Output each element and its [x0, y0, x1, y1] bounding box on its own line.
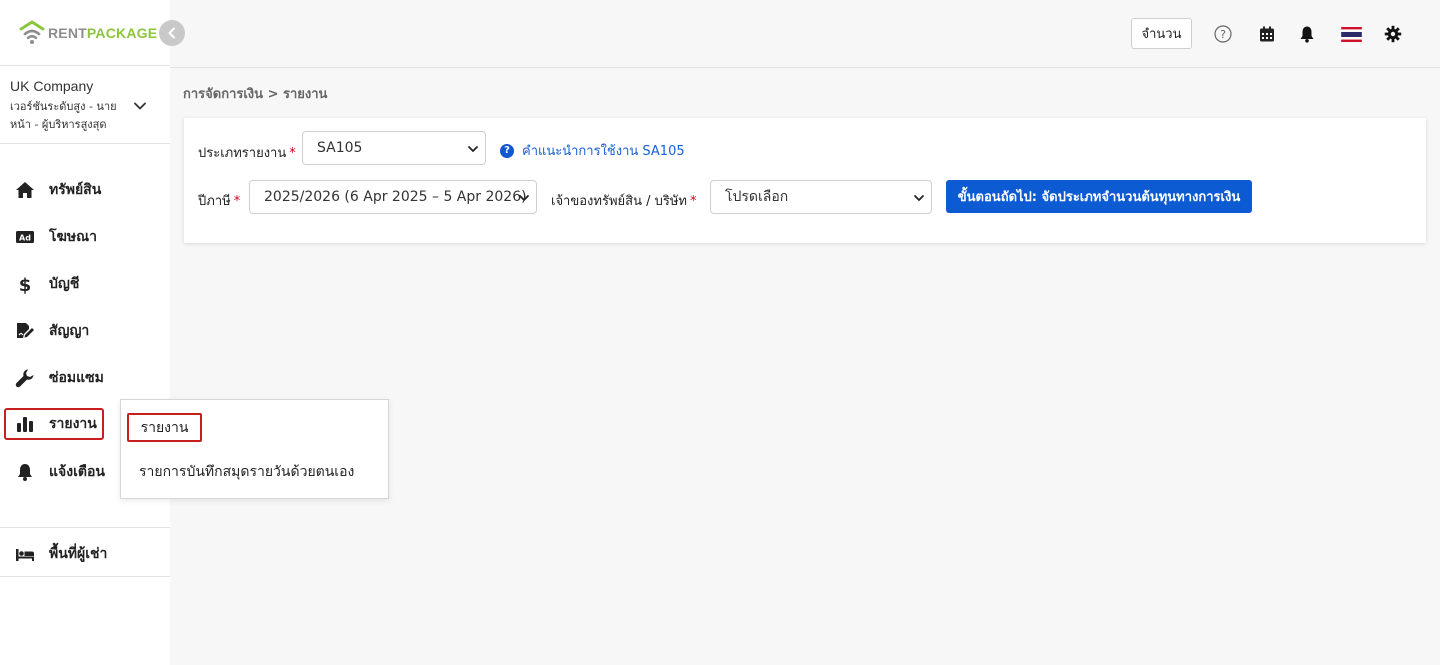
submenu-item-reports[interactable]: รายงาน [127, 413, 202, 442]
logo-row: RENTPACKAGE [0, 0, 170, 66]
sidebar-item-label: สัญญา [49, 323, 90, 339]
sidebar-item-ads[interactable]: Ad โฆษณา [4, 221, 170, 253]
bell-icon [14, 461, 36, 483]
svg-text:?: ? [1220, 28, 1226, 41]
wrench-icon [14, 367, 36, 389]
thai-flag-icon[interactable] [1340, 24, 1362, 44]
help-link[interactable]: ? คำแนะนำการใช้งาน SA105 [500, 140, 685, 161]
company-role: เวอร์ชันระดับสูง - นายหน้า - ผู้บริหารสู… [10, 100, 117, 131]
chevron-down-icon [468, 146, 478, 152]
sidebar-collapse-button[interactable] [159, 20, 185, 46]
report-form-card: ประเภทรายงาน * SA105 ? คำแนะนำการใช้งาน S… [184, 118, 1426, 243]
sidebar-item-contracts[interactable]: สัญญา [4, 315, 170, 347]
sidebar-item-reports[interactable]: รายงาน [4, 408, 104, 440]
help-link-text: คำแนะนำการใช้งาน SA105 [522, 144, 685, 159]
sidebar-item-repairs[interactable]: ซ่อมแซม [4, 362, 170, 394]
question-circle-icon: ? [500, 143, 514, 158]
chevron-down-icon [519, 195, 529, 201]
sidebar-item-label: พื้นที่ผู้เช่า [49, 546, 108, 562]
chart-icon [14, 413, 36, 435]
ad-icon: Ad [14, 226, 36, 248]
company-name: UK Company [10, 78, 94, 94]
chevron-down-icon[interactable] [132, 98, 148, 114]
brand-logo[interactable]: RENTPACKAGE [18, 20, 157, 46]
sidebar-divider [0, 576, 170, 577]
count-button[interactable]: จำนวน [1131, 18, 1192, 49]
sidebar-item-tenant-area[interactable]: พื้นที่ผู้เช่า [4, 538, 170, 570]
sidebar: RENTPACKAGE UK Company เวอร์ชันระดับสูง … [0, 0, 170, 665]
help-circle-icon[interactable]: ? [1213, 24, 1233, 44]
next-step-button[interactable]: ขั้นตอนถัดไป: จัดประเภทจำนวนต้นทุนทางการ… [946, 180, 1252, 213]
calendar-icon[interactable] [1257, 24, 1277, 44]
sidebar-item-label: โฆษณา [49, 229, 97, 245]
contract-icon [14, 320, 36, 342]
bed-icon [14, 543, 36, 565]
chevron-left-icon [168, 27, 175, 39]
svg-text:$: $ [19, 275, 32, 294]
sidebar-divider [0, 527, 170, 528]
bell-icon[interactable] [1297, 24, 1317, 44]
tax-year-select[interactable]: 2025/2026 (6 Apr 2025 – 5 Apr 2026) [249, 180, 537, 214]
company-switcher[interactable]: UK Company เวอร์ชันระดับสูง - นายหน้า - … [0, 66, 170, 144]
tax-year-label: ปีภาษี * [198, 194, 241, 209]
sidebar-item-label: ทรัพย์สิน [49, 182, 102, 198]
brand-name: RENTPACKAGE [48, 25, 158, 41]
report-type-label: ประเภทรายงาน * [198, 146, 296, 161]
reports-submenu: รายงาน รายการบันทึกสมุดรายวันด้วยตนเอง [120, 399, 389, 499]
sidebar-item-label: แจ้งเตือน [49, 464, 105, 480]
chevron-down-icon [914, 195, 924, 201]
owner-select[interactable]: โปรดเลือก [710, 180, 932, 214]
submenu-item-manual-journal[interactable]: รายการบันทึกสมุดรายวันด้วยตนเอง [139, 461, 354, 483]
svg-text:Ad: Ad [19, 234, 31, 243]
sidebar-item-label: บัญชี [49, 276, 80, 292]
sidebar-item-properties[interactable]: ทรัพย์สิน [4, 174, 170, 206]
dollar-icon: $ [14, 273, 36, 295]
gear-icon[interactable] [1383, 24, 1403, 44]
report-type-select[interactable]: SA105 [302, 131, 486, 165]
top-header: จำนวน ? [170, 0, 1440, 68]
wifi-house-icon [19, 20, 45, 44]
sidebar-item-label: รายงาน [49, 416, 97, 432]
home-icon [14, 179, 36, 201]
breadcrumb: การจัดการเงิน > รายงาน [183, 87, 328, 102]
sidebar-item-accounts[interactable]: $ บัญชี [4, 268, 170, 300]
owner-label: เจ้าของทรัพย์สิน / บริษัท * [551, 194, 697, 209]
sidebar-item-label: ซ่อมแซม [49, 370, 104, 386]
